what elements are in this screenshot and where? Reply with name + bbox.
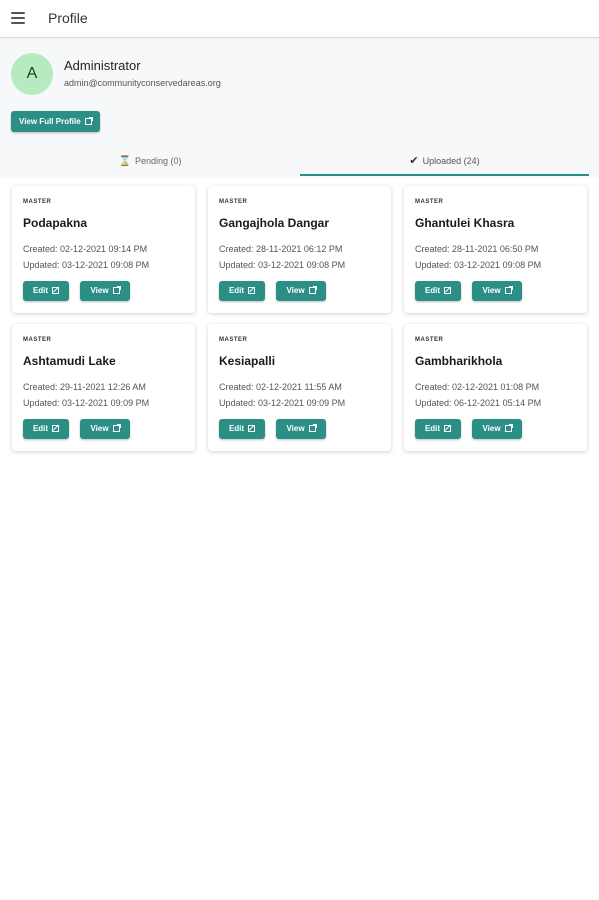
card-title: Gambharikhola — [415, 354, 503, 368]
hamburger-menu-icon[interactable] — [11, 12, 25, 24]
view-button[interactable]: View — [472, 281, 522, 301]
card-category: MASTER — [23, 337, 52, 343]
record-card: MASTER Gangajhola Dangar Created: 28-11-… — [208, 186, 391, 313]
edit-icon — [444, 287, 452, 294]
card-created-date: Created: 28-11-2021 06:50 PM — [415, 244, 539, 254]
card-created-date: Created: 02-12-2021 01:08 PM — [415, 382, 540, 392]
checkmark-icon: ✔ — [409, 155, 419, 167]
card-created-date: Created: 28-11-2021 06:12 PM — [219, 244, 343, 254]
card-updated-date: Updated: 03-12-2021 09:09 PM — [23, 398, 150, 408]
card-category: MASTER — [415, 337, 444, 343]
record-card: MASTER Kesiapalli Created: 02-12-2021 11… — [208, 324, 391, 451]
view-button[interactable]: View — [80, 281, 130, 301]
tab-pending-label: Pending (0) — [134, 156, 182, 166]
edit-label: Edit — [228, 424, 245, 433]
card-title: Ashtamudi Lake — [23, 354, 116, 368]
card-category: MASTER — [219, 199, 248, 205]
card-created-date: Created: 29-11-2021 12:26 AM — [23, 382, 146, 392]
external-link-icon — [504, 286, 513, 294]
user-email: admin@communityconservedareas.org — [64, 78, 221, 88]
avatar: A — [11, 53, 53, 95]
view-full-profile-label: View Full Profile — [19, 117, 81, 126]
card-category: MASTER — [415, 199, 444, 205]
edit-label: Edit — [424, 286, 441, 295]
view-button[interactable]: View — [472, 419, 522, 439]
edit-button[interactable]: Edit — [415, 419, 461, 439]
card-category: MASTER — [219, 337, 248, 343]
edit-button[interactable]: Edit — [23, 281, 69, 301]
view-label: View — [286, 286, 305, 295]
edit-icon — [248, 425, 256, 432]
hourglass-icon: ⌛ — [118, 156, 131, 167]
external-link-icon — [308, 286, 317, 294]
card-updated-date: Updated: 03-12-2021 09:08 PM — [23, 260, 150, 270]
external-link-icon — [504, 424, 513, 432]
app-bar: Profile — [0, 0, 599, 38]
profile-header: A Administrator admin@communityconserved… — [0, 39, 599, 178]
card-title: Ghantulei Khasra — [415, 216, 515, 230]
view-button[interactable]: View — [276, 419, 326, 439]
view-full-profile-button[interactable]: View Full Profile — [11, 111, 100, 132]
view-label: View — [482, 286, 501, 295]
record-card: MASTER Podapakna Created: 02-12-2021 09:… — [12, 186, 195, 313]
edit-icon — [52, 425, 60, 432]
external-link-icon — [84, 117, 93, 125]
view-button[interactable]: View — [276, 281, 326, 301]
record-card: MASTER Gambharikhola Created: 02-12-2021… — [404, 324, 587, 451]
edit-label: Edit — [32, 424, 49, 433]
card-updated-date: Updated: 03-12-2021 09:09 PM — [219, 398, 346, 408]
edit-button[interactable]: Edit — [219, 419, 265, 439]
tab-pending[interactable]: ⌛ Pending (0) — [0, 147, 300, 176]
card-title: Gangajhola Dangar — [219, 216, 330, 230]
edit-icon — [444, 425, 452, 432]
card-created-date: Created: 02-12-2021 11:55 AM — [219, 382, 342, 392]
tab-uploaded[interactable]: ✔ Uploaded (24) — [300, 147, 589, 176]
card-title: Podapakna — [23, 216, 88, 230]
card-updated-date: Updated: 03-12-2021 09:08 PM — [415, 260, 542, 270]
view-label: View — [482, 424, 501, 433]
record-card: MASTER Ashtamudi Lake Created: 29-11-202… — [12, 324, 195, 451]
view-label: View — [90, 424, 109, 433]
user-name: Administrator — [64, 58, 141, 73]
edit-label: Edit — [424, 424, 441, 433]
card-updated-date: Updated: 06-12-2021 05:14 PM — [415, 398, 542, 408]
edit-label: Edit — [228, 286, 245, 295]
edit-button[interactable]: Edit — [219, 281, 265, 301]
view-label: View — [90, 286, 109, 295]
card-created-date: Created: 02-12-2021 09:14 PM — [23, 244, 148, 254]
view-label: View — [286, 424, 305, 433]
card-updated-date: Updated: 03-12-2021 09:08 PM — [219, 260, 346, 270]
card-title: Kesiapalli — [219, 354, 276, 368]
tab-uploaded-label: Uploaded (24) — [422, 156, 480, 166]
edit-label: Edit — [32, 286, 49, 295]
record-card: MASTER Ghantulei Khasra Created: 28-11-2… — [404, 186, 587, 313]
external-link-icon — [112, 286, 121, 294]
card-category: MASTER — [23, 199, 52, 205]
edit-icon — [52, 287, 60, 294]
external-link-icon — [308, 424, 317, 432]
edit-icon — [248, 287, 256, 294]
edit-button[interactable]: Edit — [23, 419, 69, 439]
page-title: Profile — [48, 10, 88, 26]
edit-button[interactable]: Edit — [415, 281, 461, 301]
view-button[interactable]: View — [80, 419, 130, 439]
external-link-icon — [112, 424, 121, 432]
